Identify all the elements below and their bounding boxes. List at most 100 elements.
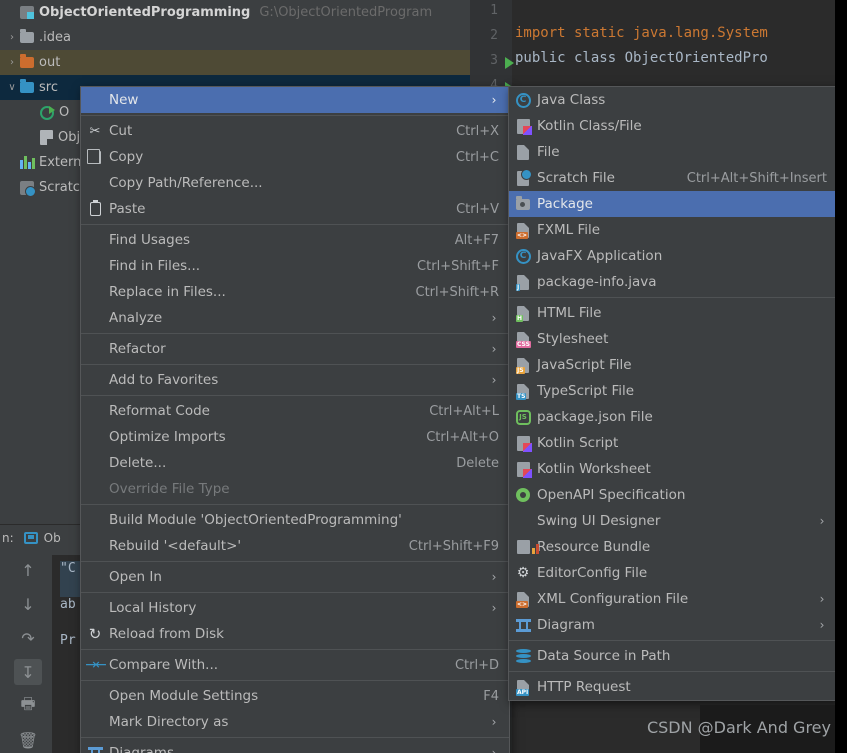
submenu-item-diagram[interactable]: Diagram ›	[509, 612, 837, 638]
up-arrow-icon[interactable]: ↑	[14, 557, 42, 583]
run-tab-name[interactable]: Ob	[44, 531, 61, 545]
menu-item-shortcut: F4	[483, 688, 499, 704]
folder-icon	[20, 54, 34, 68]
menu-item-shortcut: Ctrl+D	[454, 657, 499, 673]
submenu-item-html-file[interactable]: H HTML File	[509, 300, 837, 326]
new-submenu[interactable]: C Java Class Kotlin Class/File File Scra…	[508, 86, 838, 701]
menu-item-analyze[interactable]: Analyze ›	[81, 305, 509, 331]
menu-item-optimize-imports[interactable]: Optimize Imports Ctrl+Alt+O	[81, 424, 509, 450]
package-info-icon: J	[509, 274, 537, 291]
submenu-item-scratch-file[interactable]: Scratch File Ctrl+Alt+Shift+Insert	[509, 165, 837, 191]
menu-item-label: Kotlin Worksheet	[537, 461, 651, 477]
submenu-item-package[interactable]: Package	[509, 191, 837, 217]
chevron-right-icon: ›	[491, 601, 497, 615]
menu-item-find-usages[interactable]: Find Usages Alt+F7	[81, 227, 509, 253]
scroll-to-end-icon[interactable]: ↧	[14, 659, 42, 685]
menu-separator	[81, 737, 509, 738]
submenu-item-xml-configuration-file[interactable]: <> XML Configuration File ›	[509, 586, 837, 612]
menu-item-label: JavaFX Application	[537, 248, 663, 264]
ide-window: 1 2 3 4 import static java.lang.System p…	[0, 0, 847, 753]
trash-icon[interactable]: 🗑	[14, 727, 42, 753]
submenu-item-fxml-file[interactable]: <> FXML File	[509, 217, 837, 243]
submenu-item-openapi-specification[interactable]: OpenAPI Specification	[509, 482, 837, 508]
submenu-item-kotlin-script[interactable]: Kotlin Script	[509, 430, 837, 456]
screen-edge	[835, 0, 847, 753]
menu-item-refactor[interactable]: Refactor ›	[81, 336, 509, 362]
run-toolbar[interactable]: ↑ ↓ ↷ ↧ 🖶 🗑	[8, 557, 48, 753]
menu-item-shortcut: Ctrl+Alt+O	[426, 429, 499, 445]
menu-item-label: Override File Type	[109, 481, 230, 497]
menu-item-mark-directory-as[interactable]: Mark Directory as ›	[81, 709, 509, 735]
menu-item-reformat-code[interactable]: Reformat Code Ctrl+Alt+L	[81, 398, 509, 424]
submenu-item-http-request[interactable]: API HTTP Request	[509, 674, 837, 700]
menu-item-label: OpenAPI Specification	[537, 487, 686, 503]
menu-item-build-module[interactable]: Build Module 'ObjectOrientedProgramming'	[81, 507, 509, 533]
menu-separator	[81, 395, 509, 396]
menu-item-add-to-favorites[interactable]: Add to Favorites ›	[81, 367, 509, 393]
submenu-item-swing-ui-designer[interactable]: Swing UI Designer ›	[509, 508, 837, 534]
scissors-icon: ✂	[89, 123, 101, 139]
menu-item-cut[interactable]: ✂ Cut Ctrl+X	[81, 118, 509, 144]
chevron-right-icon: ›	[819, 592, 825, 606]
project-context-menu[interactable]: New › ✂ Cut Ctrl+X Copy Ctrl+C Copy Path…	[80, 86, 510, 753]
menu-item-replace-in-files[interactable]: Replace in Files... Ctrl+Shift+R	[81, 279, 509, 305]
tree-row-out[interactable]: › out	[0, 50, 470, 75]
submenu-item-file[interactable]: File	[509, 139, 837, 165]
javafx-app-icon: C	[509, 248, 537, 264]
submenu-item-typescript-file[interactable]: TS TypeScript File	[509, 378, 837, 404]
menu-item-label: New	[109, 92, 139, 108]
submenu-item-kotlin-class-file[interactable]: Kotlin Class/File	[509, 113, 837, 139]
menu-item-shortcut: Ctrl+Shift+F9	[408, 538, 499, 554]
menu-item-compare-with[interactable]: →← Compare With... Ctrl+D	[81, 652, 509, 678]
submenu-item-javascript-file[interactable]: JS JavaScript File	[509, 352, 837, 378]
menu-separator	[81, 649, 509, 650]
tree-twisty[interactable]: ∨	[4, 82, 20, 93]
tree-row-idea[interactable]: › .idea	[0, 25, 470, 50]
menu-item-reload-from-disk[interactable]: ↻ Reload from Disk	[81, 621, 509, 647]
xml-file-icon: <>	[509, 591, 537, 608]
print-icon[interactable]: 🖶	[14, 693, 42, 719]
menu-item-diagrams[interactable]: Diagrams ›	[81, 740, 509, 753]
menu-item-shortcut: Alt+F7	[454, 232, 499, 248]
compare-icon: →←	[85, 657, 107, 673]
submenu-item-java-class[interactable]: C Java Class	[509, 87, 837, 113]
menu-item-label: EditorConfig File	[537, 565, 648, 581]
menu-item-label: FXML File	[537, 222, 601, 238]
menu-item-label: Data Source in Path	[537, 648, 671, 664]
submenu-item-resource-bundle[interactable]: Resource Bundle	[509, 534, 837, 560]
menu-item-rebuild[interactable]: Rebuild '<default>' Ctrl+Shift+F9	[81, 533, 509, 559]
copy-icon	[81, 148, 109, 164]
submenu-item-editorconfig-file[interactable]: ⚙ EditorConfig File	[509, 560, 837, 586]
submenu-item-data-source-in-path[interactable]: Data Source in Path	[509, 643, 837, 669]
submenu-item-stylesheet[interactable]: CSS Stylesheet	[509, 326, 837, 352]
menu-item-paste[interactable]: Paste Ctrl+V	[81, 196, 509, 222]
tree-row-project-root[interactable]: ObjectOrientedProgramming G:\ObjectOrien…	[0, 0, 470, 25]
run-gutter-icon[interactable]	[505, 57, 514, 69]
java-class-icon: C	[509, 92, 537, 108]
menu-item-local-history[interactable]: Local History ›	[81, 595, 509, 621]
menu-item-find-in-files[interactable]: Find in Files... Ctrl+Shift+F	[81, 253, 509, 279]
menu-item-label: XML Configuration File	[537, 591, 689, 607]
submenu-item-package-json-file[interactable]: JS package.json File	[509, 404, 837, 430]
menu-item-open-in[interactable]: Open In ›	[81, 564, 509, 590]
tree-twisty[interactable]: ›	[4, 32, 20, 43]
menu-item-copy-path-reference[interactable]: Copy Path/Reference...	[81, 170, 509, 196]
reload-icon: ↻	[88, 625, 102, 643]
menu-item-label: Diagram	[537, 617, 595, 633]
menu-item-label: Java Class	[537, 92, 606, 108]
soft-wrap-icon[interactable]: ↷	[14, 625, 42, 651]
menu-item-open-module-settings[interactable]: Open Module Settings F4	[81, 683, 509, 709]
menu-item-copy[interactable]: Copy Ctrl+C	[81, 144, 509, 170]
chevron-right-icon: ›	[491, 93, 497, 107]
submenu-item-package-info-java[interactable]: J package-info.java	[509, 269, 837, 295]
menu-item-label: Scratch File	[537, 170, 615, 186]
tree-twisty[interactable]: ›	[4, 57, 20, 68]
submenu-item-javafx-application[interactable]: C JavaFX Application	[509, 243, 837, 269]
menu-item-delete[interactable]: Delete... Delete	[81, 450, 509, 476]
menu-item-label: Kotlin Script	[537, 435, 619, 451]
menu-item-new[interactable]: New ›	[81, 87, 509, 113]
submenu-item-kotlin-worksheet[interactable]: Kotlin Worksheet	[509, 456, 837, 482]
menu-item-label: package-info.java	[537, 274, 657, 290]
menu-separator	[81, 115, 509, 116]
down-arrow-icon[interactable]: ↓	[14, 591, 42, 617]
